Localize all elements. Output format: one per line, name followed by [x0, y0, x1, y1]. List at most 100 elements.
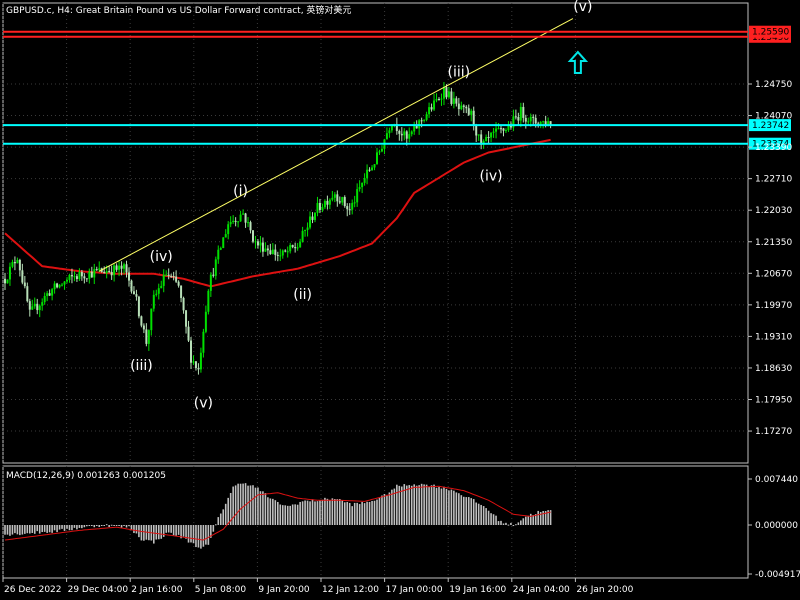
macd-histogram-bar: [510, 522, 512, 525]
macd-histogram-bar: [259, 491, 262, 525]
price-axis-label: 1.17270: [755, 427, 792, 437]
macd-histogram-bar: [38, 525, 41, 534]
price-axis-label: 1.24750: [755, 80, 792, 90]
candle-body: [410, 131, 413, 135]
macd-histogram-bar: [371, 500, 373, 525]
macd-histogram-bar: [86, 525, 88, 527]
macd-histogram-bar: [252, 485, 254, 525]
macd-histogram-bar: [140, 525, 143, 541]
macd-histogram-bar: [73, 525, 76, 528]
macd-histogram-bar: [58, 525, 61, 530]
candle-body: [180, 285, 183, 298]
macd-histogram-bar: [306, 500, 309, 525]
price-axis-label: 1.20670: [755, 269, 792, 279]
candle-body: [244, 213, 247, 223]
candle-body: [38, 305, 41, 311]
candle-body: [465, 106, 468, 109]
candle-body: [425, 114, 428, 120]
candle-body: [311, 216, 314, 220]
macd-histogram-bar: [314, 501, 316, 525]
candle-body: [264, 248, 267, 252]
macd-histogram-bar: [376, 499, 378, 525]
macd-histogram-bar: [272, 498, 274, 525]
candle-body: [336, 194, 339, 202]
candle-body: [135, 294, 138, 297]
candle-body: [269, 250, 272, 255]
macd-histogram-bar: [346, 501, 349, 525]
candle-body: [261, 242, 264, 252]
macd-histogram-bar: [381, 495, 383, 525]
macd-histogram-bar: [500, 520, 502, 525]
macd-histogram-bar: [529, 513, 532, 525]
wave-label: (ii): [293, 287, 312, 303]
candle-body: [371, 167, 374, 171]
macd-histogram-bar: [48, 525, 51, 533]
macd-histogram-bar: [366, 501, 368, 525]
candle-body: [366, 169, 369, 179]
candle-body: [400, 133, 403, 136]
macd-histogram-bar: [227, 497, 229, 525]
macd-histogram-bar: [123, 525, 125, 526]
price-marker-label: 1.25590: [752, 28, 789, 38]
macd-histogram-bar: [507, 524, 510, 526]
macd-histogram-bar: [21, 525, 24, 535]
candle-body: [514, 116, 517, 118]
macd-histogram-bar: [408, 485, 411, 525]
macd-histogram-bar: [234, 485, 237, 525]
candle-body: [222, 237, 225, 249]
macd-histogram-bar: [262, 491, 264, 525]
candle-body: [85, 278, 88, 280]
time-axis-label: 17 Jan 00:00: [386, 585, 443, 595]
candle-body: [527, 121, 530, 123]
macd-histogram-bar: [257, 487, 259, 525]
price-axis-label: 1.22030: [755, 206, 792, 216]
macd-histogram-bar: [425, 484, 428, 525]
candle-body: [43, 295, 46, 303]
macd-histogram-bar: [450, 489, 453, 525]
candle-body: [477, 134, 480, 136]
chart-canvas[interactable]: 1.254901.255901.237421.23374(iv)(iii)(v)…: [0, 0, 800, 600]
macd-histogram-bar: [53, 525, 56, 531]
macd-histogram-bar: [277, 501, 279, 525]
candle-body: [475, 125, 478, 136]
candle-body: [271, 249, 274, 255]
candle-body: [13, 262, 16, 264]
macd-histogram-bar: [205, 525, 207, 545]
macd-histogram-bar: [108, 525, 110, 528]
candle-body: [21, 270, 24, 283]
macd-histogram-bar: [103, 525, 105, 527]
macd-histogram-bar: [81, 525, 83, 529]
candle-body: [252, 230, 254, 242]
candle-body: [328, 199, 331, 205]
candle-body: [301, 230, 304, 242]
wave-label: (i): [233, 183, 248, 199]
candle-body: [507, 125, 510, 131]
candle-body: [447, 91, 450, 98]
time-axis-label: 5 Jan 08:00: [195, 585, 247, 595]
candle-body: [140, 316, 143, 326]
candle-body: [197, 368, 200, 370]
macd-histogram-bar: [175, 525, 177, 536]
macd-histogram-bar: [490, 513, 492, 525]
macd-histogram-bar: [43, 525, 46, 532]
macd-histogram-bar: [326, 498, 329, 525]
candle-body: [485, 137, 488, 141]
candle-body: [380, 148, 383, 152]
macd-histogram-bar: [279, 504, 282, 525]
chart-title: GBPUSD.c, H4: Great Britain Pound vs US …: [6, 4, 351, 16]
candle-body: [519, 106, 522, 121]
macd-histogram-bar: [98, 525, 101, 528]
macd-histogram-bar: [167, 525, 170, 533]
candle-body: [398, 130, 401, 134]
macd-histogram-bar: [428, 486, 430, 525]
candle-body: [232, 220, 235, 223]
macd-histogram-bar: [294, 504, 296, 525]
candle-body: [63, 281, 66, 285]
candle-body: [227, 224, 230, 235]
candle-body: [4, 278, 6, 284]
candle-body: [48, 293, 51, 296]
macd-histogram-bar: [495, 515, 497, 525]
candle-body: [185, 310, 188, 327]
macd-histogram-bar: [453, 490, 455, 525]
macd-histogram-bar: [185, 525, 187, 539]
